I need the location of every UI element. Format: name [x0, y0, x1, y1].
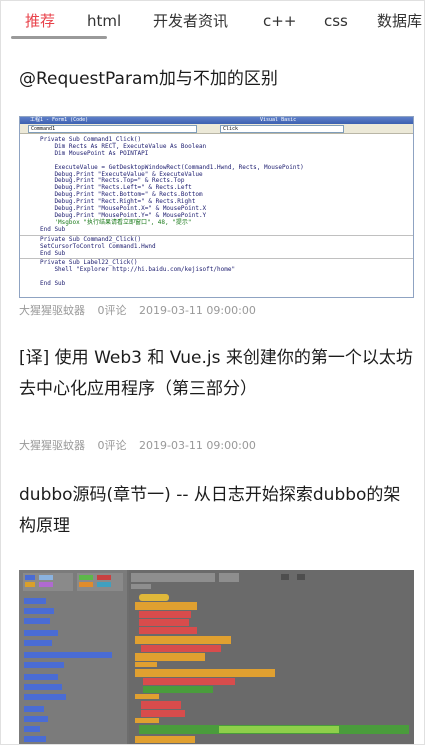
code-window-title: 工程1 - Form1 (Code): [30, 117, 89, 123]
code-line: 'Msgbox "执行结果请看立即窗口", 48, "提示": [40, 218, 192, 226]
code-line: End Sub: [40, 225, 66, 233]
code-listing: Private Sub Command1_Click() Dim Rects A…: [20, 134, 413, 288]
block-editor-screenshot: [19, 570, 414, 744]
author-name[interactable]: 大猩猩驱蚊器: [19, 439, 85, 452]
tab-cpp[interactable]: c++: [263, 11, 296, 31]
code-line: SetCursorToControl Command1.Hwnd: [40, 242, 156, 250]
article-title[interactable]: [译] 使用 Web3 和 Vue.js 来创建你的第一个以太坊去中心化应用程序…: [19, 343, 414, 405]
article-thumbnail[interactable]: 工程1 - Form1 (Code) Visual Basic Command1…: [19, 116, 414, 298]
tab-developer-news[interactable]: 开发者资讯: [153, 11, 228, 31]
article-meta: 大猩猩驱蚊器 0评论 2019-03-11 09:00:00: [19, 302, 265, 318]
publish-date: 2019-03-11 09:00:00: [139, 304, 256, 317]
comment-count: 0评论: [97, 439, 127, 452]
code-line: End Sub: [40, 249, 66, 257]
article-title[interactable]: @RequestParam加与不加的区别: [19, 64, 414, 95]
category-tab-bar: 推荐 html 开发者资讯 c++ css 数据库: [1, 1, 424, 41]
feed-page: 推荐 html 开发者资讯 c++ css 数据库 @RequestParam加…: [0, 0, 425, 745]
comment-count: 0评论: [97, 304, 127, 317]
procedure-combo: Click: [220, 125, 344, 133]
tab-database[interactable]: 数据库: [377, 11, 422, 31]
object-combo: Command1: [28, 125, 197, 133]
tab-html[interactable]: html: [87, 11, 121, 31]
code-line: Shell "Explorer http://hi.baidu.com/keji…: [40, 266, 236, 274]
code-line: End Sub: [40, 280, 66, 288]
article-title[interactable]: dubbo源码(章节一) -- 从日志开始探索dubbo的架构原理: [19, 480, 414, 542]
active-tab-indicator: [11, 36, 107, 39]
tab-recommend[interactable]: 推荐: [25, 11, 55, 31]
article-thumbnail[interactable]: [19, 570, 414, 744]
publish-date: 2019-03-11 09:00:00: [139, 439, 256, 452]
article-meta: 大猩猩驱蚊器 0评论 2019-03-11 09:00:00: [19, 437, 265, 453]
code-window-combos: Command1 Click: [20, 124, 413, 134]
code-window-titlebar: 工程1 - Form1 (Code) Visual Basic: [20, 117, 413, 124]
tab-css[interactable]: css: [324, 11, 348, 31]
code-line: Dim MousePoint As POINTAPI: [40, 149, 149, 157]
code-screenshot: 工程1 - Form1 (Code) Visual Basic Command1…: [19, 116, 414, 298]
author-name[interactable]: 大猩猩驱蚊器: [19, 304, 85, 317]
block-editor-illustration: [19, 570, 414, 744]
code-window-app-name: Visual Basic: [260, 117, 297, 123]
